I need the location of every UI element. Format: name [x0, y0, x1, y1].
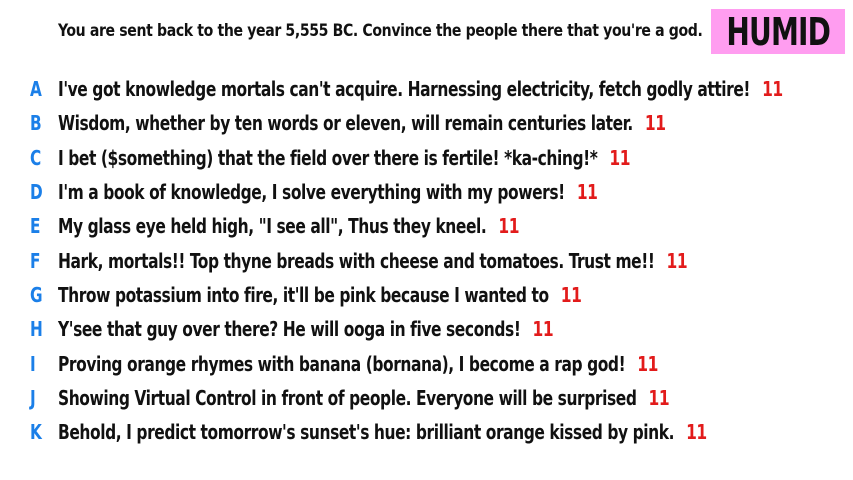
answer-line: I bet ($something) that the field over t… [58, 145, 631, 170]
answer-text: Wisdom, whether by ten words or eleven, … [58, 111, 633, 136]
answer-line: Showing Virtual Control in front of peop… [58, 385, 670, 410]
answer-score: 11 [576, 180, 598, 205]
answer-item: G Throw potassium into fire, it'll be pi… [0, 278, 853, 312]
answer-score: 11 [648, 385, 670, 410]
answer-score: 11 [560, 282, 582, 307]
answer-list: A I've got knowledge mortals can't acqui… [0, 72, 853, 449]
answer-item: A I've got knowledge mortals can't acqui… [0, 72, 853, 106]
answer-item: D I'm a book of knowledge, I solve every… [0, 175, 853, 209]
answer-letter: G [30, 282, 43, 307]
answer-item: K Behold, I predict tomorrow's sunset's … [0, 415, 853, 449]
answer-item: F Hark, mortals!! Top thyne breads with … [0, 243, 853, 277]
answer-letter: K [30, 420, 42, 445]
answer-text: Y'see that guy over there? He will ooga … [58, 317, 521, 342]
answer-item: B Wisdom, whether by ten words or eleven… [0, 106, 853, 140]
category-badge: HUMID [711, 9, 845, 54]
answer-text: Behold, I predict tomorrow's sunset's hu… [58, 420, 675, 445]
answer-letter: I [30, 351, 36, 376]
answer-letter: A [30, 77, 42, 102]
answer-letter: D [30, 180, 43, 205]
answer-line: Throw potassium into fire, it'll be pink… [58, 282, 582, 307]
answer-line: Wisdom, whether by ten words or eleven, … [58, 111, 666, 135]
answer-line: I'm a book of knowledge, I solve everyth… [58, 180, 598, 204]
answer-text: My glass eye held high, "I see all", Thu… [58, 214, 487, 239]
answer-text: Showing Virtual Control in front of peop… [58, 385, 637, 410]
answer-letter: B [30, 111, 42, 136]
answer-score: 11 [762, 77, 783, 102]
answer-line: Y'see that guy over there? He will ooga … [58, 317, 554, 342]
answer-score: 11 [637, 351, 658, 376]
answer-letter: C [30, 145, 42, 170]
answer-letter: E [30, 214, 41, 239]
category-badge-label: HUMID [726, 9, 831, 54]
answer-text: I've got knowledge mortals can't acquire… [58, 77, 751, 102]
answer-item: H Y'see that guy over there? He will oog… [0, 312, 853, 346]
answer-letter: H [30, 317, 43, 342]
answer-score: 11 [532, 317, 554, 342]
answer-letter: F [30, 248, 41, 273]
answer-line: I've got knowledge mortals can't acquire… [58, 77, 783, 101]
answer-text: Throw potassium into fire, it'll be pink… [58, 282, 549, 307]
answer-score: 11 [666, 248, 688, 273]
answer-text: Hark, mortals!! Top thyne breads with ch… [58, 248, 655, 273]
answer-item: J Showing Virtual Control in front of pe… [0, 381, 853, 415]
answer-text: I bet ($something) that the field over t… [58, 145, 598, 170]
answer-item: C I bet ($something) that the field over… [0, 141, 853, 175]
answer-item: E My glass eye held high, "I see all", T… [0, 209, 853, 243]
prompt-text: You are sent back to the year 5,555 BC. … [58, 21, 703, 41]
answer-line: My glass eye held high, "I see all", Thu… [58, 214, 519, 238]
answer-letter: J [30, 385, 36, 410]
answer-text: I'm a book of knowledge, I solve everyth… [58, 180, 565, 205]
answer-score: 11 [686, 420, 707, 445]
answer-score: 11 [609, 145, 631, 170]
answer-line: Proving orange rhymes with banana (borna… [58, 352, 658, 376]
answer-score: 11 [644, 111, 666, 136]
answer-score: 11 [498, 214, 520, 239]
answer-line: Hark, mortals!! Top thyne breads with ch… [58, 248, 688, 273]
answer-line: Behold, I predict tomorrow's sunset's hu… [58, 420, 707, 444]
answer-text: Proving orange rhymes with banana (borna… [58, 351, 626, 376]
answer-item: I Proving orange rhymes with banana (bor… [0, 346, 853, 380]
